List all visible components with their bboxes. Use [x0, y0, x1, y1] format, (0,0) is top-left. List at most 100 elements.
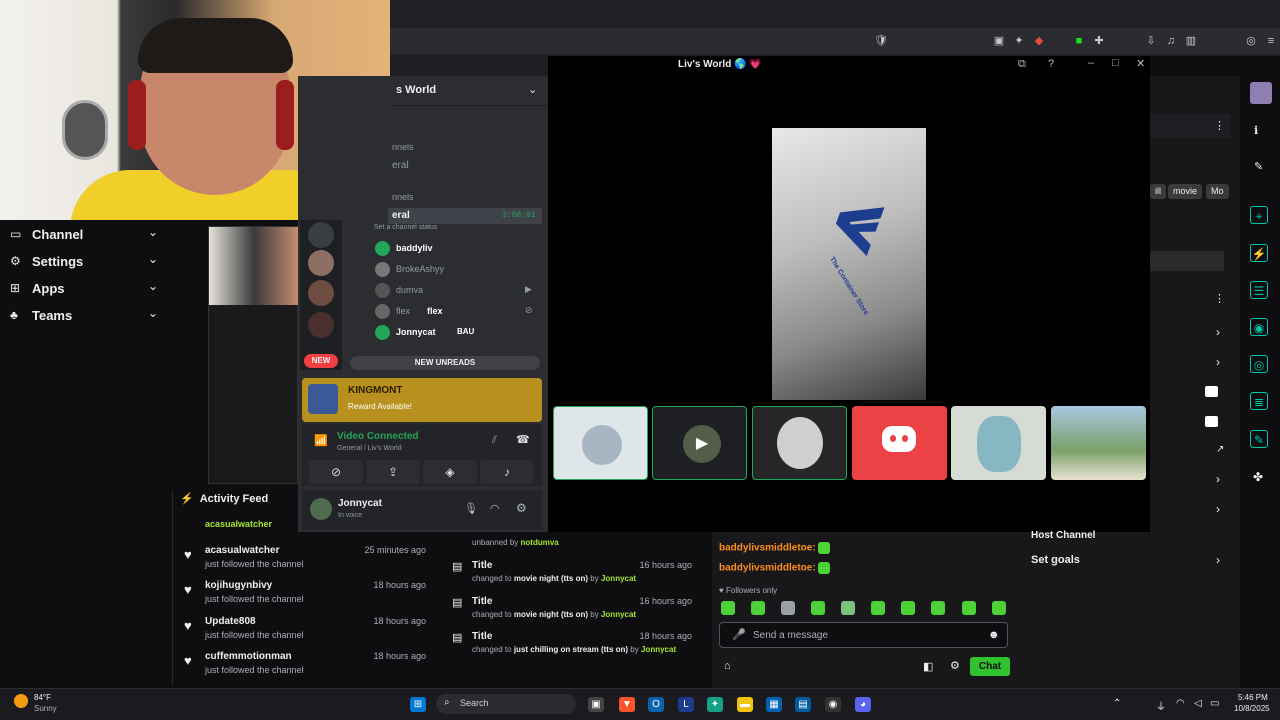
gear-icon[interactable]: ⚙ [950, 659, 960, 672]
maximize-icon[interactable]: □ [1112, 57, 1119, 69]
chevron-right-icon[interactable]: › [1216, 472, 1220, 486]
broadcast-icon[interactable]: ◎ [1250, 355, 1268, 373]
server-icon[interactable] [308, 222, 334, 248]
server-icon[interactable] [308, 250, 334, 276]
new-unreads-bar[interactable]: NEW UNREADS [350, 356, 540, 370]
emote-icon[interactable] [781, 601, 795, 615]
chevron-right-icon[interactable]: › [1216, 502, 1220, 516]
minimize-icon[interactable]: – [1088, 57, 1094, 69]
more-icon[interactable]: ⋮ [1214, 119, 1225, 132]
screen-share-icon[interactable]: ⇪ [366, 460, 420, 484]
discord-icon[interactable]: ◕ [855, 697, 871, 712]
puzzle-icon[interactable]: ✚ [1092, 34, 1106, 48]
wrench-icon[interactable]: ✎ [1250, 430, 1268, 448]
app-icon[interactable]: ▤ [795, 697, 811, 712]
voice-location[interactable]: General / Liv's World [337, 445, 402, 452]
help-icon[interactable]: ? [1048, 58, 1054, 70]
server-icon[interactable] [308, 312, 334, 338]
apps-icon[interactable]: ✤ [1253, 470, 1263, 484]
emote-icon[interactable] [871, 601, 885, 615]
log-item[interactable]: ▤ Title 18 hours ago changed to just chi… [452, 631, 696, 661]
expand-icon[interactable]: ↗ [1216, 444, 1224, 455]
emoji-icon[interactable]: ☻ [988, 629, 1000, 641]
activity-item[interactable]: ♥ Update808 just followed the channel 18… [184, 616, 434, 650]
participant-tile[interactable] [852, 406, 947, 480]
toggle-icon[interactable] [1205, 386, 1218, 397]
reward-banner[interactable]: KINGMONT Reward Available! [302, 378, 542, 422]
text-channel[interactable]: eral [392, 160, 409, 171]
log-item[interactable]: ▤ Title 16 hours ago changed to movie ni… [452, 596, 696, 626]
microphone-icon[interactable]: 🎤 [732, 628, 746, 641]
chat-icon[interactable]: ◉ [1250, 318, 1268, 336]
participant-tile[interactable] [951, 406, 1046, 480]
store-icon[interactable]: ▦ [766, 697, 782, 712]
extension-icon[interactable]: ◆ [1032, 34, 1046, 48]
clip-icon[interactable]: ⌖ [1250, 206, 1268, 224]
stack-icon[interactable]: ≣ [1250, 392, 1268, 410]
bits-icon[interactable]: ⌂ [724, 660, 731, 672]
volume-icon[interactable]: ◁ [1194, 698, 1202, 709]
participant-tile[interactable]: ▶ [652, 406, 747, 480]
headphones-icon[interactable]: ◠ [490, 502, 500, 515]
channel-status-input[interactable]: Set a channel status [374, 224, 437, 231]
emote-icon[interactable] [721, 601, 735, 615]
outlook-icon[interactable]: O [648, 697, 664, 712]
emote-icon[interactable] [751, 601, 765, 615]
wifi-icon[interactable]: ◠ [1176, 698, 1185, 709]
avatar[interactable] [1250, 82, 1272, 104]
tag-pill[interactable]: Mo [1206, 184, 1229, 199]
server-header[interactable]: s World ⌄ [390, 78, 548, 106]
extension-icon[interactable]: ✦ [1012, 34, 1026, 48]
battery-icon[interactable]: ▭ [1210, 698, 1219, 709]
panel-input[interactable] [1150, 251, 1224, 271]
toggle-icon[interactable] [1205, 416, 1218, 427]
new-badge[interactable]: NEW [304, 354, 338, 368]
tag-pill[interactable]: ill [1150, 184, 1166, 199]
close-icon[interactable]: ✕ [1136, 57, 1145, 70]
list-icon[interactable]: ☰ [1250, 281, 1268, 299]
voice-user[interactable]: dumva ▶ [375, 283, 540, 301]
channel-category[interactable]: nnels [392, 142, 414, 152]
usb-icon[interactable]: ⏚ [1156, 698, 1166, 713]
info-icon[interactable]: ℹ [1254, 124, 1258, 137]
participant-tile[interactable] [1051, 406, 1146, 480]
channel-category[interactable]: nnels [392, 192, 414, 202]
sidebar-icon[interactable]: ▥ [1184, 34, 1198, 48]
emote-icon[interactable] [962, 601, 976, 615]
participant-tile[interactable] [752, 406, 847, 480]
task-view-icon[interactable]: ▣ [588, 697, 604, 712]
music-icon[interactable]: ♫ [1164, 34, 1178, 48]
clock-date[interactable]: 10/8/2025 [1234, 704, 1270, 713]
chevron-up-icon[interactable]: ⌃ [1113, 698, 1121, 709]
chevron-right-icon[interactable]: › [1216, 553, 1220, 567]
app-icon[interactable]: L [678, 697, 694, 712]
obs-icon[interactable]: ◉ [825, 697, 841, 712]
chevron-right-icon[interactable]: › [1216, 325, 1220, 339]
rewards-icon[interactable]: ◧ [923, 660, 933, 673]
lightning-icon[interactable]: ⚡ [1250, 244, 1268, 262]
emote-icon[interactable] [992, 601, 1006, 615]
picture-in-picture-icon[interactable]: ▣ [992, 34, 1006, 48]
weather-sun-icon[interactable] [14, 694, 28, 708]
voice-user[interactable]: BrokeAshyy [375, 262, 540, 280]
voice-user[interactable]: flex flex ⊘ [375, 304, 540, 322]
menu-icon[interactable]: ≡ [1264, 34, 1278, 48]
emote-icon[interactable] [931, 601, 945, 615]
nav-item-settings[interactable]: ⚙ Settings ⌄ [0, 249, 172, 275]
chat-message-input[interactable]: 🎤 Send a message ☻ [719, 622, 1008, 648]
host-channel-link[interactable]: Host Channel [1031, 530, 1095, 541]
activity-item[interactable]: ♥ kojihugynbivy just followed the channe… [184, 580, 434, 614]
nav-item-teams[interactable]: ♣ Teams ⌄ [0, 303, 172, 329]
tag-pill[interactable]: movie [1168, 184, 1203, 199]
emote-icon[interactable] [811, 601, 825, 615]
chevron-right-icon[interactable]: › [1216, 355, 1220, 369]
extension-icon[interactable]: ■ [1072, 34, 1086, 48]
voice-user[interactable]: Jonnycat BAU [375, 325, 540, 343]
disconnect-icon[interactable]: ☎ [516, 433, 530, 446]
nav-item-channel[interactable]: ▭ Channel ⌄ [0, 222, 172, 248]
main-video-feed[interactable]: The Container Store [772, 128, 926, 400]
activity-icon[interactable]: ◈ [423, 460, 477, 484]
windows-start-icon[interactable]: ⊞ [410, 697, 426, 712]
gear-icon[interactable]: ⚙ [516, 501, 527, 515]
brave-shield-icon[interactable]: 🛡 [874, 34, 888, 48]
